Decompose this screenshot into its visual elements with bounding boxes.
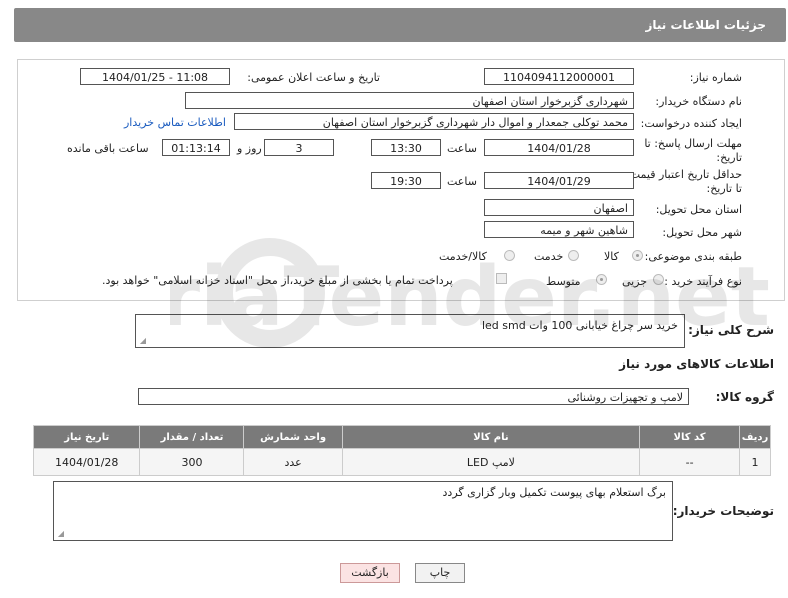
creator-field[interactable]: محمد توکلی جمعدار و اموال دار شهرداری گز… (234, 113, 634, 130)
remaining-time-field[interactable]: 01:13:14 (162, 139, 230, 156)
page-header: جزئیات اطلاعات نیاز (14, 8, 786, 42)
page-title: جزئیات اطلاعات نیاز (645, 18, 766, 32)
process-radio-minor[interactable] (653, 274, 664, 285)
cell-unit: عدد (243, 448, 343, 476)
buyer-org-label: نام دستگاه خریدار: (655, 95, 742, 108)
resize-grip-icon[interactable]: ◢ (56, 530, 64, 538)
province-field[interactable]: اصفهان (484, 199, 634, 216)
col-header-unit: واحد شمارش (243, 425, 343, 449)
print-button[interactable]: چاپ (415, 563, 465, 583)
process-label: نوع فرآیند خرید : (664, 275, 742, 288)
table-row[interactable]: 1 -- لامپ LED عدد 300 1404/01/28 (32, 448, 771, 476)
payment-treasury-note: پرداخت تمام یا بخشی از مبلغ خرید،از محل … (102, 274, 453, 287)
process-radio-medium[interactable] (596, 274, 607, 285)
cell-quantity: 300 (139, 448, 245, 476)
validity-date-field[interactable]: 1404/01/29 (484, 172, 634, 189)
buyer-notes-textarea[interactable]: برگ استعلام بهای پیوست تکمیل وبار گزاری … (53, 481, 673, 541)
city-field[interactable]: شاهین شهر و میمه (484, 221, 634, 238)
buyer-org-field[interactable]: شهرداری گزبرخوار استان اصفهان (185, 92, 634, 109)
need-number-label: شماره نیاز: (689, 71, 742, 84)
col-header-row-number: ردیف (739, 425, 771, 449)
need-number-field[interactable]: 1104094112000001 (484, 68, 634, 85)
creator-label: ایجاد کننده درخواست: (640, 117, 742, 130)
province-label: استان محل تحویل: (655, 203, 742, 216)
goods-group-label: گروه کالا: (715, 390, 774, 404)
deadline-time-label: ساعت (447, 142, 477, 155)
deadline-label-2: تاریخ: (716, 151, 742, 164)
cell-item-name: لامپ LED (341, 448, 641, 476)
col-header-item-code: کد کالا (639, 425, 741, 449)
deadline-time-field[interactable]: 13:30 (371, 139, 441, 156)
deadline-label-1: مهلت ارسال پاسخ: تا (644, 137, 742, 150)
back-button[interactable]: بازگشت (340, 563, 400, 583)
buyer-notes-text: برگ استعلام بهای پیوست تکمیل وبار گزاری … (442, 486, 666, 499)
category-radio-goods[interactable] (632, 250, 643, 261)
description-textarea[interactable]: خرید سر چراغ خیابانی 100 وات led smd ◢ (135, 314, 685, 348)
category-option-goods-service: کالا/خدمت (439, 250, 487, 263)
announce-field[interactable]: 1404/01/25 - 11:08 (80, 68, 230, 85)
col-header-item-name: نام کالا (341, 425, 641, 449)
category-radio-goods-service[interactable] (504, 250, 515, 261)
payment-treasury-checkbox[interactable] (496, 273, 507, 284)
announce-label: تاریخ و ساعت اعلان عمومی: (247, 71, 380, 84)
buyer-contact-link[interactable]: اطلاعات تماس خریدار (124, 116, 226, 129)
cell-row-number: 1 (739, 448, 771, 476)
process-option-minor: جزیی (622, 275, 648, 288)
description-label: شرح کلی نیاز: (688, 323, 774, 337)
category-label: طبقه بندی موضوعی: (644, 250, 742, 263)
cell-item-code: -- (639, 448, 741, 476)
resize-grip-icon[interactable]: ◢ (138, 337, 146, 345)
validity-time-label: ساعت (447, 175, 477, 188)
goods-section-title: اطلاعات کالاهای مورد نیاز (619, 357, 774, 371)
category-radio-service[interactable] (568, 250, 579, 261)
city-label: شهر محل تحویل: (662, 226, 742, 239)
days-field[interactable]: 3 (264, 139, 334, 156)
goods-group-field[interactable]: لامپ و تجهیزات روشنائی (138, 388, 689, 405)
deadline-date-field[interactable]: 1404/01/28 (484, 139, 634, 156)
col-header-quantity: تعداد / مقدار (139, 425, 245, 449)
table-header-row: ردیف کد کالا نام کالا واحد شمارش تعداد /… (32, 425, 771, 449)
col-header-need-date: تاریخ نیاز (32, 425, 141, 449)
days-label: روز و (237, 142, 262, 155)
validity-label-1: حداقل تاریخ اعتبار قیمت: (626, 168, 742, 181)
items-table: ردیف کد کالا نام کالا واحد شمارش تعداد /… (32, 425, 771, 476)
process-option-medium: متوسط (546, 275, 581, 288)
buyer-notes-label: توضیحات خریدار: (672, 504, 774, 518)
cell-need-date: 1404/01/28 (32, 448, 141, 476)
description-text: خرید سر چراغ خیابانی 100 وات led smd (481, 319, 678, 332)
category-option-goods: کالا (604, 250, 619, 263)
validity-time-field[interactable]: 19:30 (371, 172, 441, 189)
remaining-label: ساعت باقی مانده (67, 142, 149, 155)
validity-label-2: تا تاریخ: (706, 182, 742, 195)
category-option-service: خدمت (534, 250, 564, 263)
